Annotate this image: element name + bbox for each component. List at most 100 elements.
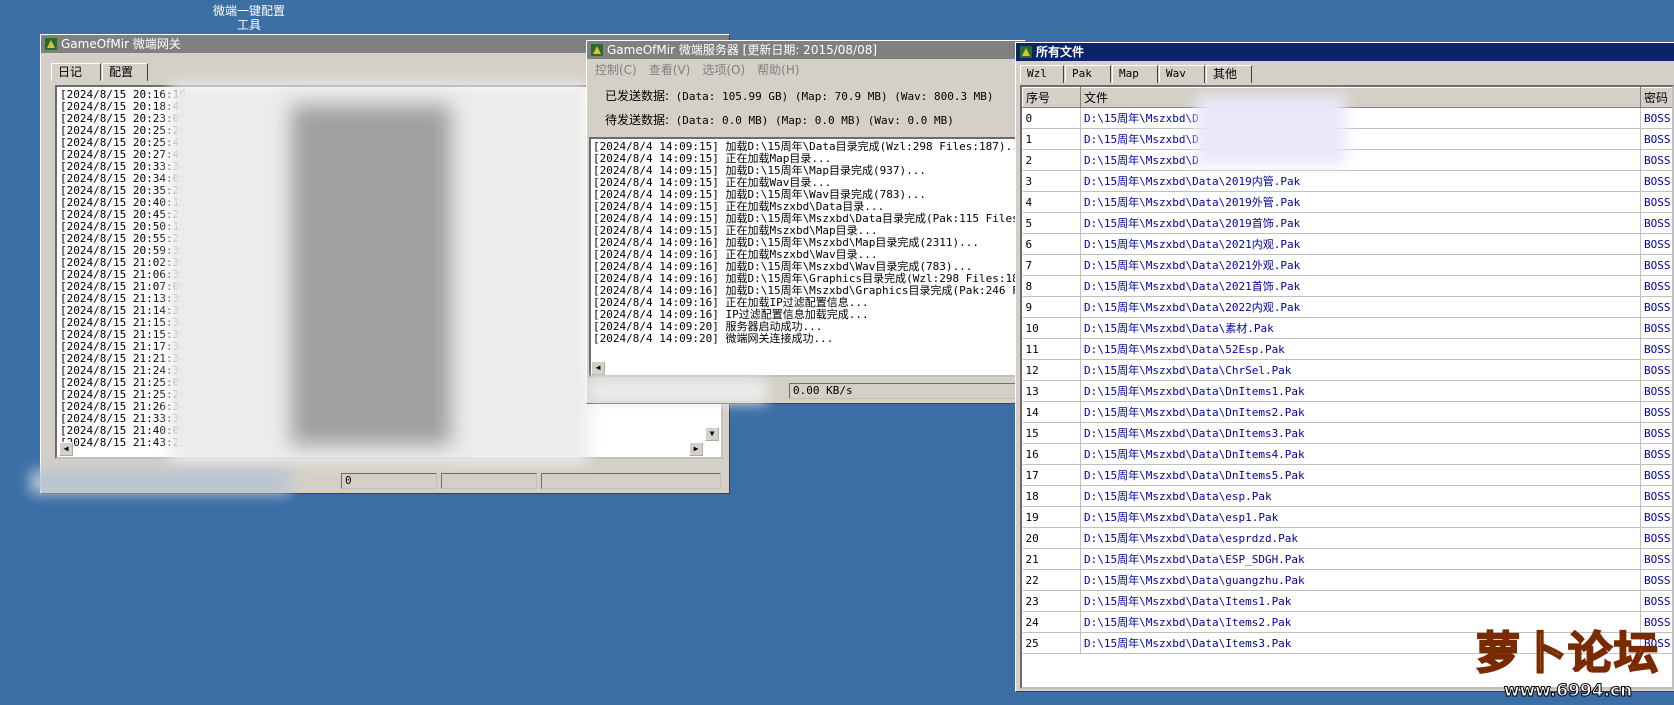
row-path-cell: D:\15周年\Mszxbd\Data\esp.Pak [1080,485,1641,507]
row-index-cell: 17 [1022,464,1081,486]
row-path-cell: D:\15周年\Mszxbd\Data\Items1.Pak [1080,590,1641,612]
table-row[interactable]: 21 D:\15周年\Mszxbd\Data\ESP_SDGH.Pak BOSS [1022,548,1672,570]
gateway-status-cell: 0 [341,473,437,489]
row-index-cell: 8 [1022,275,1081,297]
row-password-cell: BOSS [1640,506,1672,528]
pending-data-value: (Data: 0.0 MB) (Map: 0.0 MB) (Wav: 0.0 M… [675,114,954,127]
table-row[interactable]: 5 D:\15周年\Mszxbd\Data\2019首饰.Pak BOSS [1022,212,1672,234]
tab-log[interactable]: 日记 [51,63,101,81]
table-row[interactable]: 23 D:\15周年\Mszxbd\Data\Items1.Pak BOSS [1022,590,1672,612]
server-titlebar[interactable]: GameOfMir 微端服务器 [更新日期: 2015/08/08] [587,41,1025,59]
table-row[interactable]: 11 D:\15周年\Mszxbd\Data\52Esp.Pak BOSS [1022,338,1672,360]
row-password-cell: BOSS [1640,212,1672,234]
scroll-left-button[interactable]: ◀ [591,361,605,375]
row-path-cell: D:\15周年\Mszxbd\Data\DnItems2.Pak [1080,401,1641,423]
tab-pak[interactable]: Pak [1065,65,1111,83]
row-password-cell: BOSS [1640,527,1672,549]
row-path-cell: D:\15周年\Mszxbd\Data\guangzhu.Pak [1080,569,1641,591]
server-window: GameOfMir 微端服务器 [更新日期: 2015/08/08] 控制(C)… [586,40,1026,404]
tab-map[interactable]: Map [1112,65,1158,83]
row-path-cell: D:\15周年\Mszxbd\Data\2019外管.Pak [1080,191,1641,213]
column-header-password[interactable]: 密码 [1640,87,1672,108]
gateway-title: GameOfMir 微端网关 [61,37,181,51]
redacted-region [291,105,451,445]
row-password-cell: BOSS [1640,485,1672,507]
table-row[interactable]: 16 D:\15周年\Mszxbd\Data\DnItems4.Pak BOSS [1022,443,1672,465]
row-password-cell: BOSS [1640,170,1672,192]
table-row[interactable]: 1 D:\15周年\Mszxbd\D BOSS [1022,128,1672,150]
table-row[interactable]: 14 D:\15周年\Mszxbd\Data\DnItems2.Pak BOSS [1022,401,1672,423]
row-index-cell: 0 [1022,107,1081,129]
sent-data-stat: 已发送数据: (Data: 105.99 GB) (Map: 70.9 MB) … [605,87,994,104]
row-password-cell: BOSS [1640,107,1672,129]
scroll-down-button[interactable]: ▼ [705,427,719,441]
row-path-cell: D:\15周年\Mszxbd\D [1080,149,1641,171]
desktop-icon-label[interactable]: 微端一键配置 工具 [204,4,294,32]
redacted-region [1196,95,1346,165]
table-row[interactable]: 20 D:\15周年\Mszxbd\Data\esprdzd.Pak BOSS [1022,527,1672,549]
row-password-cell: BOSS [1640,128,1672,150]
row-password-cell: BOSS [1640,401,1672,423]
table-row[interactable]: 17 D:\15周年\Mszxbd\Data\DnItems5.Pak BOSS [1022,464,1672,486]
watermark-logo-text: 萝卜论坛 [1475,627,1660,680]
menu-view[interactable]: 查看(V) [649,61,691,78]
row-path-cell: D:\15周年\Mszxbd\D [1080,107,1641,129]
sent-data-label: 已发送数据: [605,89,670,103]
table-row[interactable]: 10 D:\15周年\Mszxbd\Data\素材.Pak BOSS [1022,317,1672,339]
table-row[interactable]: 12 D:\15周年\Mszxbd\Data\ChrSel.Pak BOSS [1022,359,1672,381]
files-titlebar[interactable]: 所有文件 [1016,43,1674,61]
row-password-cell: BOSS [1640,338,1672,360]
row-index-cell: 25 [1022,632,1081,654]
gateway-status-cell [441,473,537,489]
menu-help[interactable]: 帮助(H) [757,61,799,78]
tab-wav[interactable]: Wav [1159,65,1205,83]
watermark-logo: 萝卜论坛 www.6994.cn [1475,627,1660,702]
row-index-cell: 23 [1022,590,1081,612]
row-index-cell: 9 [1022,296,1081,318]
speed-indicator: 0.00 KB/s [789,383,1025,399]
row-index-cell: 1 [1022,128,1081,150]
row-password-cell: BOSS [1640,569,1672,591]
log-line: [2024/8/4 14:09:20] 微端网关连接成功... [593,332,834,345]
table-row[interactable]: 18 D:\15周年\Mszxbd\Data\esp.Pak BOSS [1022,485,1672,507]
sent-data-value: (Data: 105.99 GB) (Map: 70.9 MB) (Wav: 8… [675,90,994,103]
row-path-cell: D:\15周年\Mszxbd\Data\2021外观.Pak [1080,254,1641,276]
table-row[interactable]: 19 D:\15周年\Mszxbd\Data\esp1.Pak BOSS [1022,506,1672,528]
row-index-cell: 7 [1022,254,1081,276]
row-password-cell: BOSS [1640,590,1672,612]
row-password-cell: BOSS [1640,149,1672,171]
table-row[interactable]: 22 D:\15周年\Mszxbd\Data\guangzhu.Pak BOSS [1022,569,1672,591]
table-row[interactable]: 13 D:\15周年\Mszxbd\Data\DnItems1.Pak BOSS [1022,380,1672,402]
row-path-cell: D:\15周年\Mszxbd\Data\2021首饰.Pak [1080,275,1641,297]
table-row[interactable]: 4 D:\15周年\Mszxbd\Data\2019外管.Pak BOSS [1022,191,1672,213]
tab-config[interactable]: 配置 [102,63,148,81]
menu-options[interactable]: 选项(O) [702,61,745,78]
scroll-right-button[interactable]: ▶ [689,442,703,456]
column-header-file[interactable]: 文件 [1080,87,1641,108]
tab-wzl[interactable]: Wzl [1020,65,1064,83]
column-header-index[interactable]: 序号 [1022,87,1081,108]
table-row[interactable]: 7 D:\15周年\Mszxbd\Data\2021外观.Pak BOSS [1022,254,1672,276]
row-password-cell: BOSS [1640,443,1672,465]
server-log-box[interactable]: [2024/8/4 14:09:15] 加载D:\15周年\Data目录完成(W… [589,137,1025,377]
scroll-left-button[interactable]: ◀ [59,442,73,456]
table-row[interactable]: 6 D:\15周年\Mszxbd\Data\2021内观.Pak BOSS [1022,233,1672,255]
files-table-box: 序号 文件 密码 0 D:\15周年\Mszxbd\D BOSS 1 D:\15周年\M… [1020,85,1674,689]
tab-other[interactable]: 其他 [1206,65,1252,83]
menu-control[interactable]: 控制(C) [595,61,637,78]
row-index-cell: 16 [1022,443,1081,465]
files-window: 所有文件 Wzl Pak Map Wav 其他 序号 文件 密码 0 D:\15周… [1015,42,1674,692]
server-title: GameOfMir 微端服务器 [更新日期: 2015/08/08] [607,43,878,57]
row-index-cell: 11 [1022,338,1081,360]
table-row[interactable]: 2 D:\15周年\Mszxbd\D BOSS [1022,149,1672,171]
redacted-region [30,470,290,494]
table-row[interactable]: 3 D:\15周年\Mszxbd\Data\2019内管.Pak BOSS [1022,170,1672,192]
row-index-cell: 6 [1022,233,1081,255]
app-icon [1020,46,1032,58]
row-path-cell: D:\15周年\Mszxbd\Data\esp1.Pak [1080,506,1641,528]
table-row[interactable]: 15 D:\15周年\Mszxbd\Data\DnItems3.Pak BOSS [1022,422,1672,444]
table-row[interactable]: 9 D:\15周年\Mszxbd\Data\2022内观.Pak BOSS [1022,296,1672,318]
table-row[interactable]: 0 D:\15周年\Mszxbd\D BOSS [1022,107,1672,129]
row-path-cell: D:\15周年\Mszxbd\Data\ChrSel.Pak [1080,359,1641,381]
table-row[interactable]: 8 D:\15周年\Mszxbd\Data\2021首饰.Pak BOSS [1022,275,1672,297]
